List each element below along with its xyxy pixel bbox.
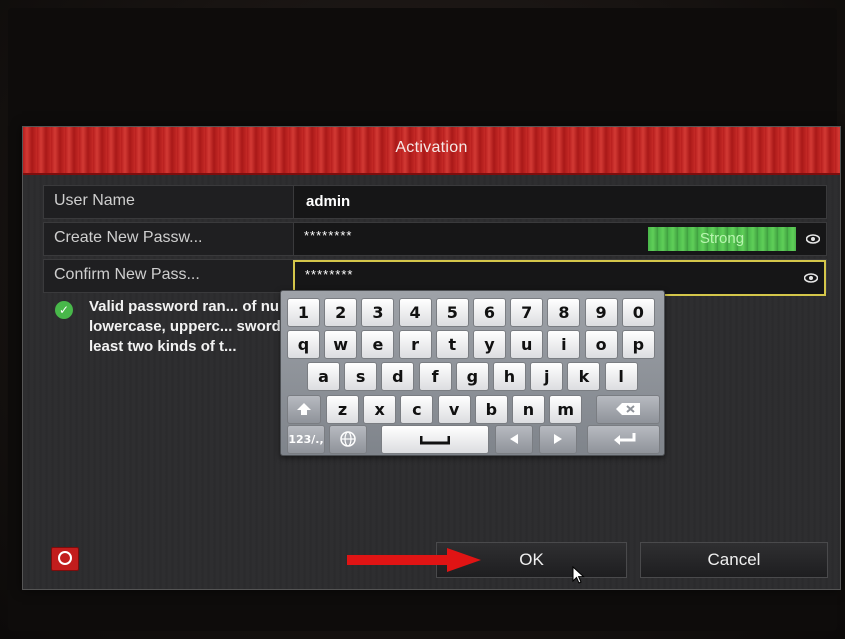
key-c[interactable]: c bbox=[400, 395, 434, 424]
key-7[interactable]: 7 bbox=[510, 298, 544, 327]
title-bar: Activation bbox=[23, 127, 840, 175]
key-p[interactable]: p bbox=[621, 330, 655, 359]
backspace-icon bbox=[616, 403, 640, 415]
space-key[interactable] bbox=[381, 425, 489, 454]
new-password-value: ******** bbox=[304, 228, 353, 243]
power-icon bbox=[58, 551, 72, 565]
key-b[interactable]: b bbox=[474, 395, 508, 424]
key-v[interactable]: v bbox=[437, 395, 471, 424]
username-row: User Name admin bbox=[43, 185, 827, 219]
key-n[interactable]: n bbox=[512, 395, 545, 424]
key-4[interactable]: 4 bbox=[398, 298, 432, 327]
key-e[interactable]: e bbox=[361, 330, 395, 359]
enter-icon bbox=[613, 433, 635, 445]
mouse-cursor-icon bbox=[572, 566, 585, 584]
key-g[interactable]: g bbox=[455, 362, 489, 391]
key-j[interactable]: j bbox=[530, 362, 564, 391]
username-label: User Name bbox=[54, 192, 135, 209]
key-m[interactable]: m bbox=[549, 395, 583, 424]
key-w[interactable]: w bbox=[324, 330, 358, 359]
shift-key[interactable] bbox=[287, 395, 321, 424]
globe-icon bbox=[340, 431, 356, 447]
key-3[interactable]: 3 bbox=[361, 298, 395, 327]
username-value: admin bbox=[306, 193, 351, 210]
eye-icon[interactable] bbox=[804, 271, 818, 285]
password-strength-indicator: Strong bbox=[648, 227, 796, 251]
key-8[interactable]: 8 bbox=[547, 298, 581, 327]
key-1[interactable]: 1 bbox=[287, 298, 320, 327]
key-0[interactable]: 0 bbox=[621, 298, 655, 327]
key-x[interactable]: x bbox=[363, 395, 397, 424]
key-f[interactable]: f bbox=[418, 362, 452, 391]
checkmark-icon: ✓ bbox=[55, 301, 73, 319]
key-o[interactable]: o bbox=[584, 330, 618, 359]
language-key[interactable] bbox=[329, 425, 367, 454]
key-6[interactable]: 6 bbox=[473, 298, 506, 327]
key-2[interactable]: 2 bbox=[324, 298, 358, 327]
new-password-label: Create New Passw... bbox=[54, 229, 203, 246]
key-y[interactable]: y bbox=[473, 330, 506, 359]
key-l[interactable]: l bbox=[604, 362, 638, 391]
arrow-left-key[interactable] bbox=[495, 425, 533, 454]
key-k[interactable]: k bbox=[567, 362, 601, 391]
shift-icon bbox=[297, 403, 311, 415]
backspace-key[interactable] bbox=[596, 395, 660, 424]
key-q[interactable]: q bbox=[287, 330, 320, 359]
virtual-keyboard: 1234567890 qwertyuiop asdfghjkl zxcvbnm … bbox=[280, 290, 665, 456]
mode-switch-key[interactable]: 123/., bbox=[287, 425, 325, 454]
key-h[interactable]: h bbox=[493, 362, 526, 391]
key-9[interactable]: 9 bbox=[584, 298, 618, 327]
key-s[interactable]: s bbox=[344, 362, 378, 391]
key-r[interactable]: r bbox=[398, 330, 432, 359]
arrow-right-key[interactable] bbox=[539, 425, 577, 454]
power-button[interactable] bbox=[51, 547, 79, 571]
key-a[interactable]: a bbox=[307, 362, 340, 391]
confirm-password-value: ******** bbox=[305, 267, 354, 282]
space-icon bbox=[419, 436, 451, 445]
confirm-password-label: Confirm New Pass... bbox=[54, 266, 200, 283]
eye-icon[interactable] bbox=[806, 232, 820, 246]
dialog-title: Activation bbox=[395, 139, 468, 156]
arrow-left-icon bbox=[510, 434, 518, 444]
confirm-password-row: Confirm New Pass... ******** bbox=[43, 259, 827, 296]
key-u[interactable]: u bbox=[510, 330, 544, 359]
key-d[interactable]: d bbox=[381, 362, 415, 391]
new-password-row: Create New Passw... ******** Strong bbox=[43, 222, 827, 256]
cancel-button[interactable]: Cancel bbox=[640, 542, 828, 578]
annotation-arrow-icon bbox=[347, 548, 481, 572]
new-password-field[interactable]: ******** Strong bbox=[293, 223, 826, 255]
enter-key[interactable] bbox=[587, 425, 660, 454]
key-z[interactable]: z bbox=[326, 395, 359, 424]
key-t[interactable]: t bbox=[435, 330, 469, 359]
key-i[interactable]: i bbox=[547, 330, 581, 359]
key-5[interactable]: 5 bbox=[435, 298, 469, 327]
arrow-right-icon bbox=[554, 434, 562, 444]
username-field[interactable]: admin bbox=[293, 186, 826, 218]
